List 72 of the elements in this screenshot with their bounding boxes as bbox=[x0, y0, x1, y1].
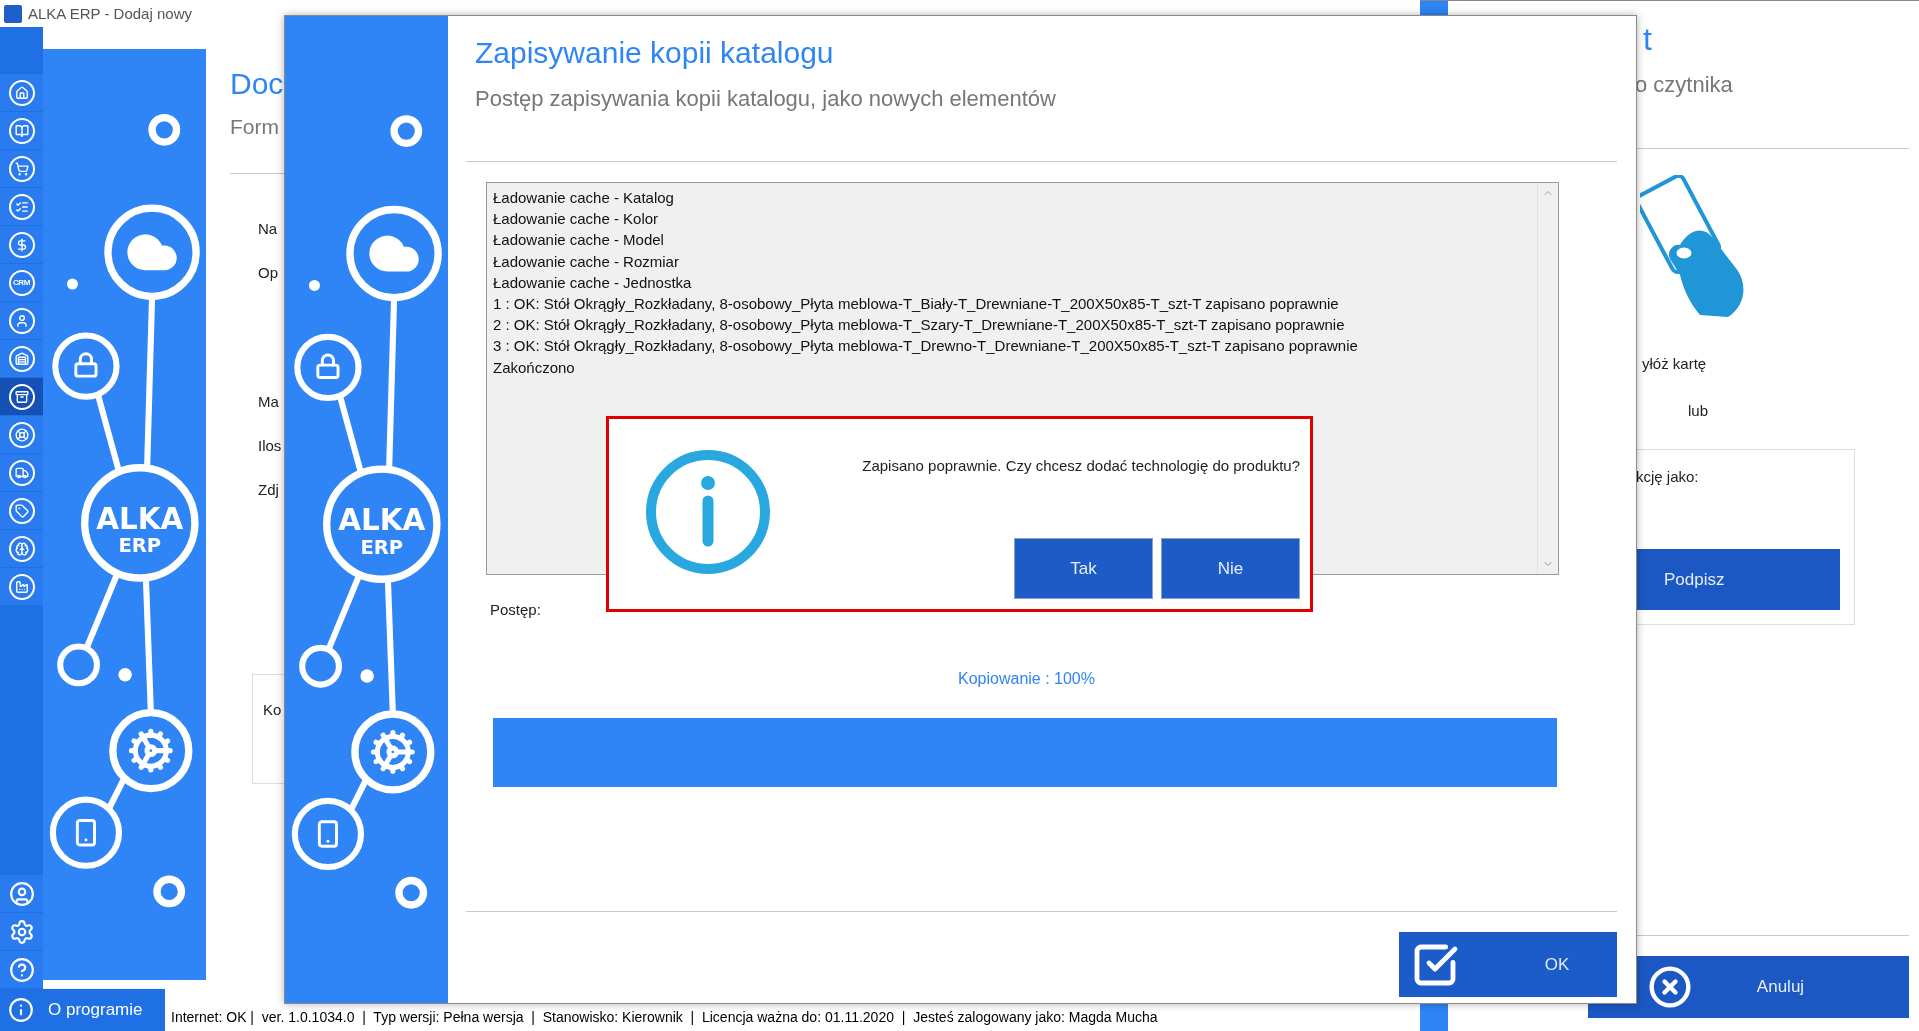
tag-icon bbox=[14, 503, 29, 518]
dialog-button[interactable]: Tak bbox=[1014, 538, 1153, 599]
nav-button[interactable] bbox=[0, 302, 43, 340]
brain-icon bbox=[14, 541, 29, 556]
nav-button[interactable] bbox=[0, 378, 43, 416]
nav-button[interactable] bbox=[0, 568, 43, 606]
sign-label: kcję jako: bbox=[1636, 468, 1700, 485]
nav-button[interactable] bbox=[0, 454, 43, 492]
nav-button[interactable] bbox=[0, 340, 43, 378]
dialog-subtitle: Postęp zapisywania kopii katalogu, jako nowych elementów bbox=[475, 86, 1057, 112]
close-icon bbox=[1648, 965, 1692, 1009]
nav-button[interactable] bbox=[0, 150, 43, 188]
log-line: Ładowanie cache - Rozmiar bbox=[493, 251, 680, 272]
or-text: lub bbox=[1688, 402, 1710, 419]
nav-button[interactable] bbox=[0, 226, 43, 264]
home-icon bbox=[14, 85, 29, 100]
prompt-text: yłóż kartę bbox=[1642, 355, 1708, 372]
message-text: Zapisano poprawnie. Czy chcesz dodać technologię do produktu? bbox=[862, 457, 1300, 474]
log-line: 1 : OK: Stół Okrągły_Rozkładany, 8-osobowy_Płyta meblowa-T_Biały-T_Drewniane-T_200X50x85-T_szt-T zapisano poprawnie bbox=[493, 294, 1340, 314]
truck-icon bbox=[14, 465, 29, 480]
reader-title: t bbox=[1643, 21, 1653, 58]
lifebuoy-icon bbox=[14, 427, 29, 442]
log-line: 2 : OK: Stół Okrągły_Rozkładany, 8-osobowy_Płyta meblowa-T_Szary-T_Drewniane-T_200X50x85-T_szt-T zapisano poprawnie bbox=[493, 315, 1346, 336]
archive-icon bbox=[14, 389, 29, 404]
nav-button[interactable] bbox=[0, 188, 43, 226]
user-icon bbox=[14, 313, 29, 328]
form-title: Doc bbox=[230, 66, 284, 102]
dialog-title: Zapisywanie kopii katalogu bbox=[475, 36, 835, 70]
log-line: Ładowanie cache - Katalog bbox=[493, 188, 675, 208]
field-label: Na bbox=[258, 219, 279, 237]
logo-text: ERP bbox=[360, 535, 404, 559]
book-icon bbox=[14, 123, 29, 138]
nav-button[interactable] bbox=[0, 416, 43, 454]
window-title: ALKA ERP - Dodaj nowy bbox=[28, 5, 192, 22]
log-line: Ładowanie cache - Jednostka bbox=[493, 272, 693, 293]
form-subtitle: Form bbox=[230, 114, 280, 139]
nav-button[interactable] bbox=[0, 951, 43, 989]
status-text: Internet: OK | ver. 1.0.1034.0 | Typ wersji: Pełna wersja | Stanowisko: Kierownik | Licencja ważna do: 01.11.2020 | Jesteś zalogowany jako: Magda Mucha bbox=[171, 1009, 1158, 1025]
nav-button[interactable] bbox=[0, 74, 43, 112]
log-line: Zakończono bbox=[493, 357, 576, 378]
factory-icon bbox=[14, 579, 29, 594]
log-line: 3 : OK: Stół Okrągły_Rozkładany, 8-osobowy_Płyta meblowa-T_Drewno-T_Drewniane-T_200X50x85-T_szt-T zapisano poprawnie bbox=[493, 336, 1359, 357]
nav-button[interactable] bbox=[0, 492, 43, 530]
logo-text: ERP bbox=[118, 534, 162, 558]
field-label: Ma bbox=[258, 392, 280, 410]
app-icon bbox=[4, 4, 22, 23]
field-label: Zdj bbox=[258, 480, 280, 498]
info-icon bbox=[8, 997, 34, 1023]
info-icon bbox=[645, 449, 771, 575]
nav-button[interactable] bbox=[0, 913, 43, 951]
dialog-button[interactable]: Nie bbox=[1161, 538, 1300, 599]
cart-icon bbox=[14, 161, 29, 176]
logo-text: ALKA bbox=[338, 503, 426, 538]
nav-button[interactable] bbox=[0, 875, 43, 913]
nav-button[interactable] bbox=[0, 530, 43, 568]
box-label: Ko bbox=[263, 700, 282, 718]
user-icon bbox=[8, 880, 35, 907]
nav-button[interactable]: CRM bbox=[0, 264, 43, 302]
field-label: Op bbox=[258, 263, 279, 281]
field-label: Ilos bbox=[258, 436, 283, 454]
log-line: Ładowanie cache - Kolor bbox=[493, 209, 660, 230]
settings-icon bbox=[8, 918, 35, 945]
about-button[interactable]: O programie bbox=[0, 989, 165, 1031]
list-icon bbox=[14, 199, 29, 214]
nav-button[interactable] bbox=[0, 112, 43, 150]
progress-label: Postęp: bbox=[490, 601, 542, 618]
help-icon bbox=[8, 956, 35, 983]
logo-text: ALKA bbox=[96, 502, 184, 536]
warehouse-icon bbox=[14, 351, 29, 366]
progress-text: Kopiowanie : 100% bbox=[957, 670, 1096, 688]
ok-button[interactable]: OK bbox=[1399, 932, 1617, 997]
log-line: Ładowanie cache - Model bbox=[493, 230, 665, 251]
